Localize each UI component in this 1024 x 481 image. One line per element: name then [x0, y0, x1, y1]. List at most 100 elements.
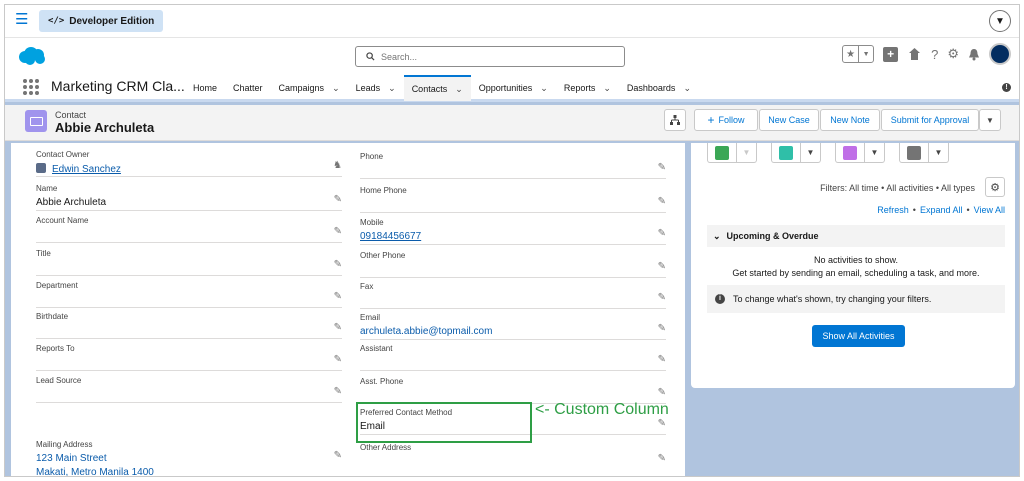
edit-pencil-icon[interactable]: ✎ — [334, 354, 342, 365]
chevron-down-icon[interactable]: ▼ — [864, 143, 884, 162]
tab-leads[interactable]: Leads ⌄ — [348, 75, 404, 101]
global-create-icon[interactable]: + — [883, 46, 899, 62]
tab-dashboards[interactable]: Dashboards ⌄ — [619, 75, 699, 101]
edit-pencil-icon[interactable]: ✎ — [658, 418, 666, 429]
chevron-down-icon[interactable]: ⌄ — [455, 84, 463, 95]
new-task-button[interactable] — [708, 143, 736, 162]
filter-tip-text: To change what's shown, try changing you… — [733, 294, 932, 304]
chevron-down-icon[interactable]: ⌄ — [603, 83, 611, 94]
developer-edition-label: Developer Edition — [69, 15, 155, 27]
app-launcher-icon[interactable] — [23, 79, 39, 95]
chevron-down-icon[interactable]: ▼ — [989, 10, 1011, 32]
edit-pencil-icon[interactable]: ✎ — [334, 226, 342, 237]
info-icon[interactable]: ! — [1002, 83, 1011, 92]
favorites-control[interactable]: ★ ▼ — [842, 45, 875, 63]
chevron-down-icon[interactable]: ⌄ — [683, 83, 691, 94]
tab-label: Campaigns — [278, 83, 325, 93]
salesforce-cloud-icon[interactable] — [17, 46, 47, 66]
developer-bar: ☰ </> Developer Edition ▼ — [5, 5, 1019, 38]
trailhead-icon[interactable] — [907, 47, 922, 61]
phone-icon — [779, 145, 793, 160]
info-icon: i — [715, 294, 725, 304]
tab-chatter[interactable]: Chatter — [225, 75, 271, 101]
field-mailing-address: Mailing Address 123 Main Street Makati, … — [36, 435, 342, 476]
expand-all-link[interactable]: Expand All — [920, 205, 963, 215]
contact-icon — [25, 110, 47, 132]
edit-pencil-icon[interactable]: ✎ — [334, 322, 342, 333]
show-all-activities-button[interactable]: Show All Activities — [812, 325, 905, 347]
chevron-down-icon[interactable]: ⌄ — [332, 83, 340, 94]
edit-pencil-icon[interactable]: ✎ — [334, 450, 342, 461]
log-call-button[interactable] — [772, 143, 800, 162]
star-icon[interactable]: ★ — [843, 46, 858, 62]
chevron-down-icon[interactable]: ▼ — [800, 143, 820, 162]
mailing-address-line2[interactable]: Makati, Metro Manila 1400 — [36, 467, 154, 476]
tab-home[interactable]: Home — [185, 75, 225, 101]
field-label: Name — [36, 184, 58, 193]
email-value[interactable]: archuleta.abbie@topmail.com — [360, 326, 492, 337]
submit-for-approval-button[interactable]: Submit for Approval — [881, 109, 979, 131]
email-button[interactable] — [900, 143, 928, 162]
more-actions-chevron-icon[interactable]: ▼ — [979, 109, 1001, 131]
help-icon[interactable]: ? — [931, 47, 938, 62]
tab-label: Leads — [355, 83, 381, 93]
developer-edition-badge[interactable]: </> Developer Edition — [39, 10, 164, 32]
tab-label: Reports — [563, 83, 596, 93]
edit-pencil-icon[interactable]: ✎ — [658, 228, 666, 239]
gear-icon[interactable]: ⚙ — [947, 46, 959, 62]
new-note-button[interactable]: New Note — [820, 109, 880, 131]
task-icon — [715, 145, 729, 160]
user-avatar[interactable] — [989, 43, 1011, 65]
edit-pencil-icon[interactable]: ✎ — [658, 292, 666, 303]
field-label: Department — [36, 281, 78, 290]
change-owner-icon[interactable]: ♞ — [333, 160, 342, 171]
new-event-button[interactable] — [836, 143, 864, 162]
field-label: Fax — [360, 282, 374, 291]
edit-pencil-icon[interactable]: ✎ — [658, 196, 666, 207]
field-name: Name Abbie Archuleta ✎ — [36, 179, 342, 211]
plus-icon: + — [707, 113, 715, 127]
chevron-down-icon[interactable]: ▼ — [858, 46, 873, 62]
edit-pencil-icon[interactable]: ✎ — [334, 386, 342, 397]
bell-icon[interactable] — [968, 48, 980, 61]
field-label: Reports To — [36, 344, 75, 353]
mailing-address-line1[interactable]: 123 Main Street — [36, 453, 107, 464]
chevron-down-icon[interactable]: ⌄ — [540, 83, 548, 94]
edit-pencil-icon[interactable]: ✎ — [334, 291, 342, 302]
menu-icon[interactable]: ☰ — [15, 12, 29, 27]
chevron-down-icon[interactable]: ▼ — [736, 143, 756, 162]
contact-owner-value[interactable]: Edwin Sanchez — [36, 163, 121, 175]
follow-button[interactable]: + Follow — [694, 109, 758, 131]
upcoming-overdue-section[interactable]: ⌄ Upcoming & Overdue — [707, 225, 1005, 247]
contact-owner-link[interactable]: Edwin Sanchez — [52, 164, 121, 175]
hierarchy-icon[interactable] — [664, 109, 686, 131]
name-value: Abbie Archuleta — [36, 197, 107, 208]
new-case-button[interactable]: New Case — [759, 109, 819, 131]
edit-pencil-icon[interactable]: ✎ — [658, 453, 666, 464]
edit-pencil-icon[interactable]: ✎ — [658, 323, 666, 334]
chevron-down-icon[interactable]: ▼ — [928, 143, 948, 162]
tab-campaigns[interactable]: Campaigns ⌄ — [271, 75, 348, 101]
chevron-down-icon[interactable]: ⌄ — [388, 83, 396, 94]
tab-contacts[interactable]: Contacts ⌄ — [403, 75, 471, 101]
gear-icon[interactable]: ⚙ — [985, 177, 1005, 197]
field-label: Assistant — [360, 344, 393, 353]
mobile-value[interactable]: 09184456677 — [360, 231, 421, 242]
chevron-down-icon: ⌄ — [713, 230, 721, 241]
edit-pencil-icon[interactable]: ✎ — [658, 162, 666, 173]
edit-pencil-icon[interactable]: ✎ — [658, 387, 666, 398]
field-label: Home Phone — [360, 186, 407, 195]
view-all-link[interactable]: View All — [974, 205, 1005, 215]
edit-pencil-icon[interactable]: ✎ — [658, 354, 666, 365]
refresh-link[interactable]: Refresh — [877, 205, 909, 215]
search-input[interactable] — [381, 51, 611, 62]
edit-pencil-icon[interactable]: ✎ — [334, 194, 342, 205]
edit-pencil-icon[interactable]: ✎ — [334, 259, 342, 270]
global-search[interactable] — [355, 46, 625, 67]
tab-opportunities[interactable]: Opportunities ⌄ — [471, 75, 556, 101]
tab-reports[interactable]: Reports ⌄ — [556, 75, 619, 101]
field-label: Contact Owner — [36, 150, 90, 159]
follow-label: Follow — [718, 115, 745, 125]
edit-pencil-icon[interactable]: ✎ — [658, 261, 666, 272]
tab-label: Home — [193, 83, 218, 93]
